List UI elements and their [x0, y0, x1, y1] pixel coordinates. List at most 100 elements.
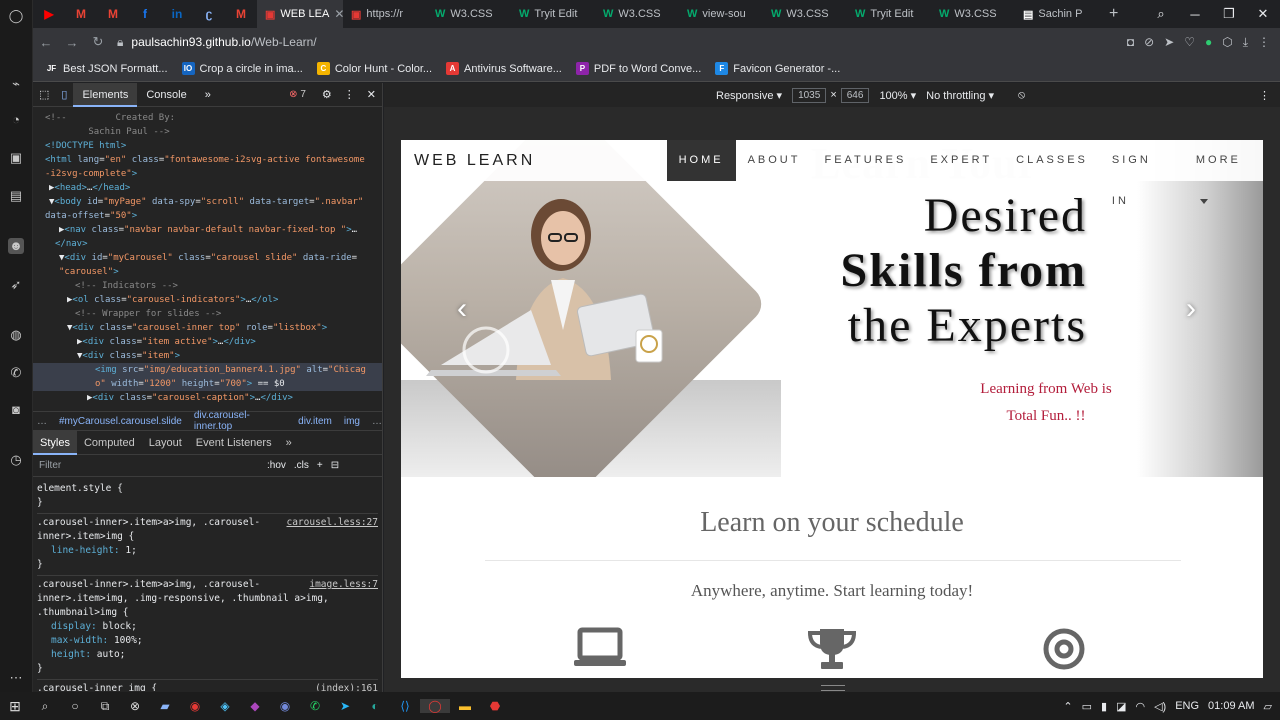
styles-tab[interactable]: Styles — [33, 430, 77, 455]
bag-icon[interactable]: ▣ — [8, 150, 24, 166]
bookmark-item[interactable]: A Antivirus Software... — [446, 62, 562, 75]
address-bar[interactable]: 🔒︎ paulsachin93.github.io/Web-Learn/ — [117, 35, 317, 50]
app-icon[interactable]: ◆ — [240, 699, 270, 713]
more-panes-icon[interactable]: » — [279, 431, 299, 455]
device-toggle-icon[interactable]: ▯ — [55, 83, 73, 107]
profile-icon[interactable]: ● — [1205, 35, 1212, 49]
browser-tab[interactable]: W W3.CSS — [427, 0, 511, 28]
filter-input[interactable]: Filter — [39, 460, 259, 471]
breadcrumb-item[interactable]: #myCarousel.carousel.slide — [59, 416, 182, 427]
bookmark-item[interactable]: JF Best JSON Formatt... — [45, 62, 168, 75]
whatsapp-icon[interactable]: ✆ — [300, 699, 330, 713]
css-property[interactable]: height: auto; — [37, 648, 378, 662]
telegram-icon[interactable]: ➤ — [330, 699, 360, 713]
close-window-icon[interactable]: ✕ — [1246, 6, 1280, 22]
width-input[interactable]: 1035 — [792, 87, 827, 103]
computed-sidebar-icon[interactable]: ⊟ — [331, 460, 339, 471]
volume-icon[interactable]: ◁) — [1154, 700, 1166, 713]
dom-node-line[interactable]: "carousel"> — [33, 265, 382, 279]
breadcrumb-item[interactable]: div.item — [298, 416, 332, 427]
camera-icon[interactable]: ◘ — [1127, 35, 1134, 49]
browser-tab[interactable]: ▤ Sachin P — [1015, 0, 1099, 28]
throttle-select[interactable]: No throttling ▾ — [926, 89, 994, 102]
dom-node-line[interactable]: data-offset="50"> — [33, 209, 382, 223]
dom-node-line[interactable]: ▼<div class="item"> — [33, 349, 382, 363]
instagram-icon[interactable]: ◙ — [8, 402, 24, 418]
site-brand[interactable]: WEB LEARN — [401, 152, 667, 170]
dom-node-line[interactable]: ▶<div class="carousel-caption">…</div> — [33, 391, 382, 405]
hov-toggle[interactable]: :hov — [267, 460, 286, 471]
style-rule[interactable]: element.style {} — [37, 480, 378, 514]
app-tab-icon[interactable]: ʗ — [193, 0, 225, 28]
browser-tab[interactable]: W Tryit Edit — [511, 0, 595, 28]
discord-icon[interactable]: ◉ — [270, 699, 300, 713]
dom-node-line[interactable]: ▶<div class="item active">…</div> — [33, 335, 382, 349]
cls-toggle[interactable]: .cls — [294, 460, 309, 471]
nav-features[interactable]: FEATURES — [812, 140, 918, 181]
breadcrumb-item[interactable]: img — [344, 416, 360, 427]
cortana-icon[interactable]: ○ — [60, 699, 90, 713]
linkedin-tab-icon[interactable]: in — [161, 0, 193, 28]
bookmark-item[interactable]: F Favicon Generator -... — [715, 62, 840, 75]
rule-source-link[interactable]: carousel.less:27 — [286, 516, 378, 530]
xbox-icon[interactable]: ⊗ — [120, 699, 150, 713]
css-property[interactable]: line-height: 1; — [37, 544, 378, 558]
device-more-icon[interactable]: ⋮ — [1259, 89, 1270, 102]
browser-tab[interactable]: W W3.CSS — [595, 0, 679, 28]
dom-node-line[interactable]: -i2svg-complete"> — [33, 167, 382, 181]
speed-icon[interactable]: ◔ — [8, 112, 24, 128]
tray-app-icon[interactable]: ◪ — [1116, 700, 1126, 713]
tray-chevron-icon[interactable]: ⌃ — [1063, 700, 1072, 713]
style-rule[interactable]: image.less:7 .carousel-inner>.item>a>img,… — [37, 576, 378, 680]
bookmark-item[interactable]: C Color Hunt - Color... — [316, 62, 432, 75]
task-view-icon[interactable]: ⧉ — [90, 699, 120, 714]
whatsapp-icon[interactable]: ✆ — [8, 365, 24, 381]
shield-icon[interactable]: ⊘ — [1144, 35, 1154, 49]
menu-icon[interactable]: ⋮ — [1258, 35, 1270, 49]
restore-icon[interactable]: ❐ — [1212, 6, 1246, 22]
breadcrumb-item[interactable]: div.carousel-inner.top — [194, 410, 286, 432]
send-icon[interactable]: ➤ — [1164, 35, 1174, 49]
style-rule[interactable]: (index):161.carousel-inner img {-webkit-… — [37, 680, 378, 691]
height-input[interactable]: 646 — [840, 87, 870, 103]
browser-tab[interactable]: W Tryit Edit — [847, 0, 931, 28]
dom-node-line[interactable]: ▼<div class="carousel-inner top" role="l… — [33, 321, 382, 335]
opera-icon[interactable]: ◯ — [420, 699, 450, 713]
rule-source-link[interactable]: (index):161 — [315, 682, 378, 691]
rocket-icon[interactable]: ➶ — [8, 277, 24, 293]
edge-icon[interactable]: ◐ — [360, 699, 390, 713]
error-badge[interactable]: ⊗ 7 — [289, 89, 306, 100]
clock[interactable]: 01:09 AM — [1208, 700, 1254, 712]
dom-node-line[interactable]: <!DOCTYPE html> — [33, 139, 382, 153]
styles-tab[interactable]: Layout — [142, 431, 189, 455]
styles-tab[interactable]: Computed — [77, 431, 142, 455]
dom-node-line[interactable]: ▶<head>…</head> — [33, 181, 382, 195]
browser-tab[interactable]: W W3.CSS — [931, 0, 1015, 28]
vpn-icon[interactable]: ☻ — [8, 238, 24, 254]
app-icon[interactable]: ◉ — [180, 699, 210, 713]
nav-home[interactable]: HOME — [666, 140, 736, 181]
dom-node-line[interactable]: ▶<ol class="carousel-indicators">…</ol> — [33, 293, 382, 307]
dom-node-line[interactable]: ▶<nav class="navbar navbar-default navba… — [33, 223, 382, 237]
new-tab-button[interactable]: + — [1099, 0, 1128, 28]
app-icon[interactable]: ◈ — [210, 699, 240, 713]
css-property[interactable]: display: block; — [37, 620, 378, 634]
history-icon[interactable]: ◷ — [8, 452, 24, 468]
messenger-icon[interactable]: ◍ — [8, 327, 24, 343]
inspect-icon[interactable]: ⬚ — [33, 83, 55, 107]
gamepad-icon[interactable]: ⌁ — [8, 76, 24, 92]
dom-node-line[interactable]: <img src="img/education_banner4.1.jpg" a… — [33, 363, 382, 377]
vscode-icon[interactable]: ⟨⟩ — [390, 699, 420, 713]
nav-about[interactable]: ABOUT — [736, 140, 813, 181]
dom-node-line[interactable]: <!-- Indicators --> — [33, 279, 382, 293]
rule-source-link[interactable]: image.less:7 — [309, 578, 378, 592]
browser-tab[interactable]: ▣ https://r — [343, 0, 427, 28]
carousel-next-icon[interactable]: › — [1186, 292, 1196, 326]
browser-tab[interactable]: ▣ WEB LEA ✕ — [257, 0, 343, 28]
notification-icon[interactable]: ▱ — [1264, 700, 1272, 713]
device-mode-select[interactable]: Responsive ▾ — [716, 89, 782, 102]
nav-classes[interactable]: CLASSES — [1004, 140, 1100, 181]
dom-tree[interactable]: <!-- Created By: Sachin Paul --> <!DOCTYP… — [33, 107, 382, 411]
kebab-icon[interactable]: ⋮ — [338, 83, 361, 107]
download-icon[interactable]: ⤓ — [1243, 35, 1248, 50]
